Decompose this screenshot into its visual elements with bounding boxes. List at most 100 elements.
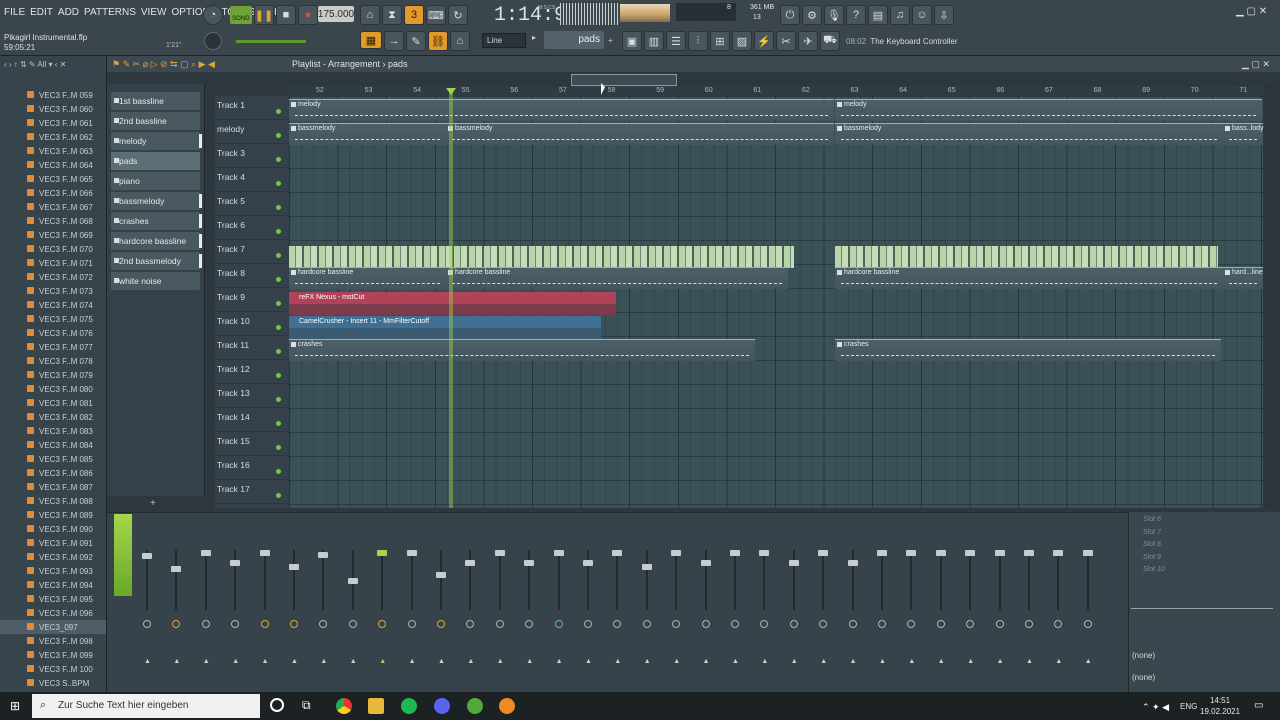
- mixer-strip[interactable]: ▲: [459, 520, 483, 670]
- pan-knob[interactable]: [525, 620, 534, 628]
- route-arrow-icon[interactable]: ▲: [497, 658, 504, 665]
- track-mute-icon[interactable]: [276, 205, 281, 210]
- browser-item[interactable]: VEC3 F..M 074: [0, 298, 106, 312]
- browser-item[interactable]: VEC3 F..M 077: [0, 340, 106, 354]
- clip-hardcore-bassline-2[interactable]: hardcore bassline: [446, 267, 788, 289]
- mixer-strip[interactable]: ▲: [577, 520, 601, 670]
- mixer-fader[interactable]: [969, 550, 972, 610]
- browser-item[interactable]: VEC3 F..M 071: [0, 256, 106, 270]
- mixer-strip[interactable]: ▲: [224, 520, 248, 670]
- mixer-fader[interactable]: [146, 550, 148, 610]
- mixer-fader[interactable]: [263, 550, 266, 610]
- mixer-strip[interactable]: ▲: [783, 520, 807, 670]
- mixer-fader[interactable]: [1057, 550, 1060, 610]
- route-arrow-icon[interactable]: ▲: [732, 658, 739, 665]
- mixer-fader[interactable]: [616, 550, 619, 610]
- route-arrow-icon[interactable]: ▲: [232, 658, 239, 665]
- route-arrow-icon[interactable]: ▲: [703, 658, 710, 665]
- track-header[interactable]: Track 8: [215, 264, 289, 288]
- cart-icon[interactable]: ⛟: [820, 31, 840, 51]
- track-mute-icon[interactable]: [276, 325, 281, 330]
- master-pitch-slider[interactable]: [236, 40, 306, 43]
- track-header[interactable]: Track 7: [215, 240, 289, 264]
- mixer-fader[interactable]: [704, 550, 707, 610]
- picker-item[interactable]: crashes: [111, 212, 202, 230]
- fader-cap[interactable]: [994, 550, 1005, 556]
- picker-item[interactable]: white noise: [111, 272, 200, 290]
- pan-knob[interactable]: [1025, 620, 1033, 628]
- track-mute-icon[interactable]: [276, 301, 281, 306]
- fader-cap[interactable]: [730, 550, 740, 556]
- route-arrow-icon[interactable]: ▲: [262, 658, 269, 665]
- effect-slot[interactable]: Slot 7: [1129, 529, 1280, 542]
- mixer-fader[interactable]: [234, 550, 237, 610]
- snap-select[interactable]: Line: [482, 33, 526, 48]
- fader-cap[interactable]: [935, 550, 946, 556]
- browser-item[interactable]: VEC3 F..M 062: [0, 130, 106, 144]
- track-mute-icon[interactable]: [276, 421, 281, 426]
- track-mute-icon[interactable]: [276, 445, 281, 450]
- pencil-icon[interactable]: ✎: [406, 31, 426, 51]
- fader-cap[interactable]: [465, 560, 476, 566]
- track-header[interactable]: Track 14: [215, 408, 289, 432]
- mixer-strip[interactable]: ▲: [371, 520, 395, 670]
- browser-item[interactable]: VEC3 F..M 084: [0, 438, 106, 452]
- browser-item[interactable]: VEC3 F..M 099: [0, 648, 106, 662]
- mixer-fader[interactable]: [410, 550, 413, 610]
- record-button[interactable]: ●: [298, 5, 318, 25]
- route-arrow-icon[interactable]: ▲: [820, 658, 827, 665]
- browser-item[interactable]: VEC3 F..M 094: [0, 578, 106, 592]
- pan-knob[interactable]: [907, 620, 916, 628]
- download-icon[interactable]: ⇩: [934, 5, 954, 25]
- pan-knob[interactable]: [260, 620, 269, 628]
- mixer-fader[interactable]: [204, 550, 207, 610]
- fader-cap[interactable]: [524, 560, 535, 566]
- clip-pads[interactable]: [289, 246, 794, 268]
- timeline-ruler[interactable]: 52 53 54 55 56 57 58 59 60 61 62 63 64 65 66 67 68 69 70 71: [289, 86, 1263, 96]
- wait-input-icon[interactable]: ⧗: [382, 5, 402, 25]
- mixer-toggle-icon[interactable]: ⚙: [802, 5, 822, 25]
- track-mute-icon[interactable]: [276, 253, 281, 258]
- route-arrow-icon[interactable]: ▲: [438, 658, 445, 665]
- mixer-fader[interactable]: [440, 550, 442, 610]
- mixer-fader[interactable]: [498, 550, 501, 610]
- chrome-icon[interactable]: [336, 698, 352, 714]
- mixer-strip[interactable]: ▲: [518, 520, 542, 670]
- track-mute-icon[interactable]: [276, 397, 281, 402]
- playhead[interactable]: [449, 90, 453, 508]
- chat-icon[interactable]: ☺: [912, 5, 932, 25]
- mute-icon[interactable]: ✈: [798, 31, 818, 51]
- send-none-1[interactable]: (none): [1132, 651, 1155, 660]
- channel-rack-icon[interactable]: ▥: [644, 31, 664, 51]
- fader-cap[interactable]: [641, 564, 652, 570]
- mixer-fader[interactable]: [1086, 550, 1089, 610]
- browser-item[interactable]: VEC3 F..M 093: [0, 564, 106, 578]
- window-controls[interactable]: ▁ ▢ ✕: [1236, 6, 1267, 17]
- add-pattern-icon[interactable]: +: [150, 498, 156, 509]
- route-arrow-icon[interactable]: ▲: [644, 658, 651, 665]
- mixer-fader[interactable]: [381, 550, 384, 610]
- track-header[interactable]: Track 1: [215, 96, 289, 120]
- effect-slot[interactable]: Slot 10: [1129, 566, 1280, 579]
- mixer-strip[interactable]: ▲: [665, 520, 689, 670]
- fader-cap[interactable]: [494, 550, 505, 556]
- pause-button[interactable]: ❚❚: [254, 5, 274, 25]
- browser-item[interactable]: VEC3 F..M 089: [0, 508, 106, 522]
- song-pattern-icon[interactable]: ◔: [203, 5, 223, 25]
- track-header[interactable]: Track 17: [215, 480, 289, 504]
- track-mute-icon[interactable]: [276, 133, 281, 138]
- pan-knob[interactable]: [642, 620, 651, 628]
- route-arrow-icon[interactable]: ▲: [879, 658, 886, 665]
- pan-knob[interactable]: [437, 620, 445, 628]
- mixer-fader[interactable]: [645, 550, 648, 610]
- mixer-strip[interactable]: ▲: [136, 520, 160, 670]
- fader-cap[interactable]: [759, 550, 770, 556]
- mixer-strip[interactable]: ▲: [489, 520, 513, 670]
- pan-knob[interactable]: [966, 620, 975, 628]
- mixer-strip[interactable]: ▲: [1018, 520, 1042, 670]
- pan-knob[interactable]: [760, 620, 769, 628]
- pan-knob[interactable]: [495, 620, 504, 628]
- picker-item[interactable]: bassmelody: [111, 192, 202, 210]
- browser-item[interactable]: VEC3 F..M 086: [0, 466, 106, 480]
- mixer-strip[interactable]: ▲: [636, 520, 660, 670]
